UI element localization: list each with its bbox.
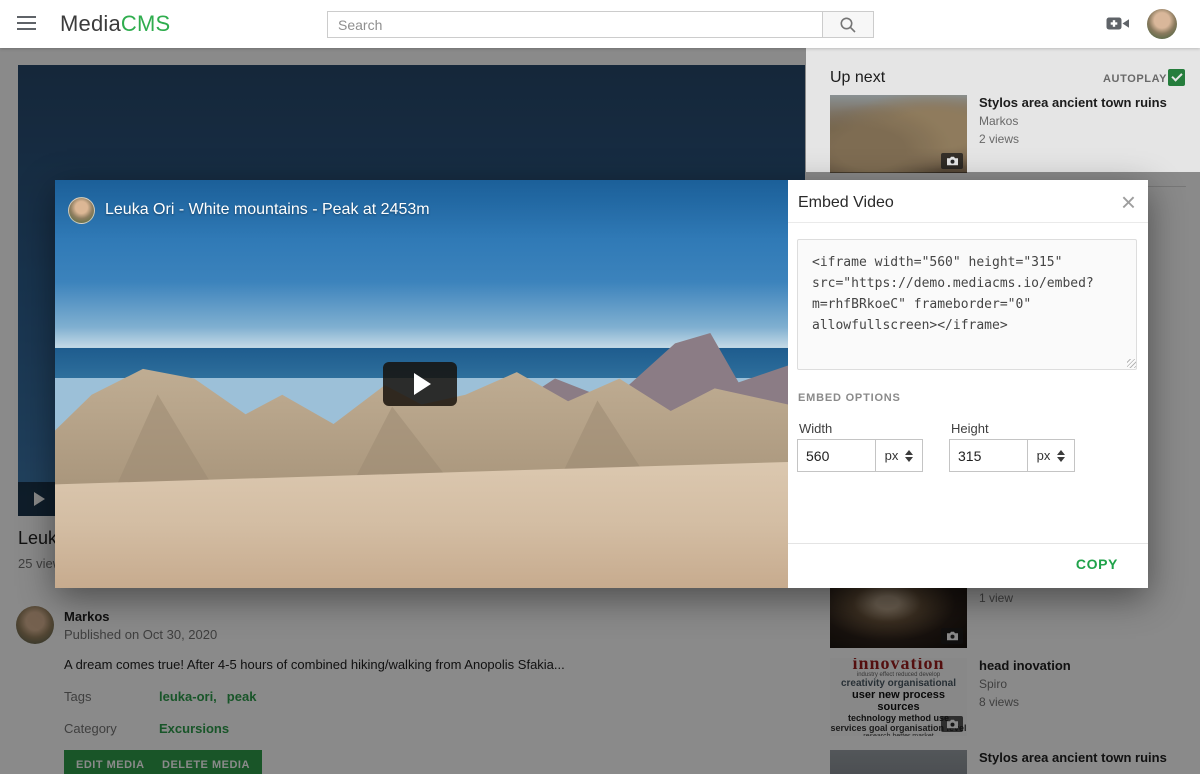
- delete-media-button[interactable]: DELETE MEDIA: [150, 750, 262, 774]
- mediacms-logo[interactable]: MediaCMS: [60, 11, 170, 37]
- publish-date: Published on Oct 30, 2020: [64, 627, 217, 642]
- camera-badge: [941, 153, 963, 169]
- cloud-word: technology method use: [848, 713, 949, 723]
- upload-media-button[interactable]: [1106, 15, 1130, 37]
- search-input[interactable]: [327, 11, 822, 38]
- item-title[interactable]: Stylos area ancient town ruins: [979, 750, 1184, 766]
- modal-title: Embed Video: [798, 194, 894, 212]
- tags-row: Tags leuka-ori, peak: [64, 689, 266, 704]
- item-views: 8 views: [979, 694, 1184, 710]
- cloud-word: innovation: [852, 658, 944, 672]
- autoplay-checkbox[interactable]: [1168, 69, 1185, 86]
- edit-media-button[interactable]: EDIT MEDIA: [64, 750, 157, 774]
- height-unit-select[interactable]: px: [1027, 439, 1075, 472]
- author-name[interactable]: Markos: [64, 609, 110, 624]
- thumbnail-word-cloud[interactable]: innovation industry effect reduced devel…: [830, 658, 967, 736]
- tags-label: Tags: [64, 689, 159, 704]
- embed-modal-panel: Embed Video × <iframe width="560" height…: [788, 180, 1148, 588]
- search-form: [327, 11, 874, 38]
- up-next-item-stylos-1[interactable]: Stylos area ancient town ruins Markos 2 …: [830, 95, 1186, 173]
- embed-dialog: Leuka Ori - White mountains - Peak at 24…: [55, 180, 1148, 588]
- logo-cms-text: CMS: [121, 11, 171, 36]
- close-icon[interactable]: ×: [1121, 184, 1136, 220]
- search-icon: [839, 16, 857, 34]
- thumbnail-gray-mountains[interactable]: [830, 750, 967, 774]
- camera-badge: [941, 716, 963, 732]
- preview-author-avatar[interactable]: [68, 197, 95, 224]
- logo-media-text: Media: [60, 11, 121, 36]
- category-row: Category Excursions: [64, 721, 239, 736]
- thumbnail-stylos-ruins[interactable]: [830, 95, 967, 173]
- height-input[interactable]: [949, 439, 1028, 472]
- author-avatar[interactable]: [16, 606, 54, 644]
- item-title[interactable]: Stylos area ancient town ruins: [979, 95, 1184, 111]
- width-unit-select[interactable]: px: [875, 439, 923, 472]
- item-title[interactable]: head inovation: [979, 658, 1184, 674]
- tag-link-leuka-ori[interactable]: leuka-ori,: [159, 689, 217, 704]
- tag-link-peak[interactable]: peak: [227, 689, 257, 704]
- category-label: Category: [64, 721, 159, 736]
- user-avatar[interactable]: [1147, 9, 1177, 39]
- video-description: A dream comes true! After 4-5 hours of c…: [64, 657, 764, 672]
- autoplay-label: AUTOPLAY: [1103, 73, 1167, 85]
- embed-preview-player[interactable]: Leuka Ori - White mountains - Peak at 24…: [55, 180, 788, 588]
- camera-icon: [946, 631, 959, 641]
- height-label: Height: [951, 421, 989, 436]
- player-play-icon[interactable]: [34, 492, 45, 506]
- cloud-word: research better market: [863, 733, 933, 737]
- modal-header-divider: [788, 222, 1148, 223]
- cloud-word: user new process sources: [830, 689, 967, 713]
- videocam-plus-icon: [1106, 15, 1130, 32]
- cloud-word: creativity organisational: [841, 679, 956, 689]
- copy-button[interactable]: COPY: [1076, 556, 1118, 572]
- preview-video-title: Leuka Ori - White mountains - Peak at 24…: [105, 201, 430, 219]
- stepper-arrows-icon[interactable]: [905, 450, 913, 462]
- embed-code-textarea[interactable]: <iframe width="560" height="315" src="ht…: [797, 239, 1137, 370]
- up-next-item-innovation[interactable]: innovation industry effect reduced devel…: [830, 658, 1186, 736]
- unit-label: px: [885, 448, 899, 463]
- top-navbar: MediaCMS: [0, 0, 1200, 48]
- width-label: Width: [799, 421, 832, 436]
- camera-badge: [941, 628, 963, 644]
- height-input-group: px: [949, 439, 1075, 472]
- embed-options-label: EMBED OPTIONS: [798, 392, 901, 404]
- up-next-heading: Up next: [830, 69, 885, 87]
- camera-icon: [946, 156, 959, 166]
- item-views: 1 view: [979, 590, 1184, 606]
- modal-footer-divider: [788, 543, 1148, 544]
- menu-icon[interactable]: [17, 12, 41, 36]
- item-author: Markos: [979, 113, 1184, 129]
- width-input[interactable]: [797, 439, 876, 472]
- search-button[interactable]: [822, 11, 874, 38]
- unit-label: px: [1037, 448, 1051, 463]
- preview-title-bar: Leuka Ori - White mountains - Peak at 24…: [55, 180, 788, 240]
- width-input-group: px: [797, 439, 923, 472]
- up-next-item-stylos-2[interactable]: Stylos area ancient town ruins: [830, 750, 1186, 774]
- item-author: Spiro: [979, 676, 1184, 692]
- category-link[interactable]: Excursions: [159, 721, 229, 736]
- play-button[interactable]: [383, 362, 457, 406]
- stepper-arrows-icon[interactable]: [1057, 450, 1065, 462]
- camera-icon: [946, 719, 959, 729]
- item-views: 2 views: [979, 131, 1184, 147]
